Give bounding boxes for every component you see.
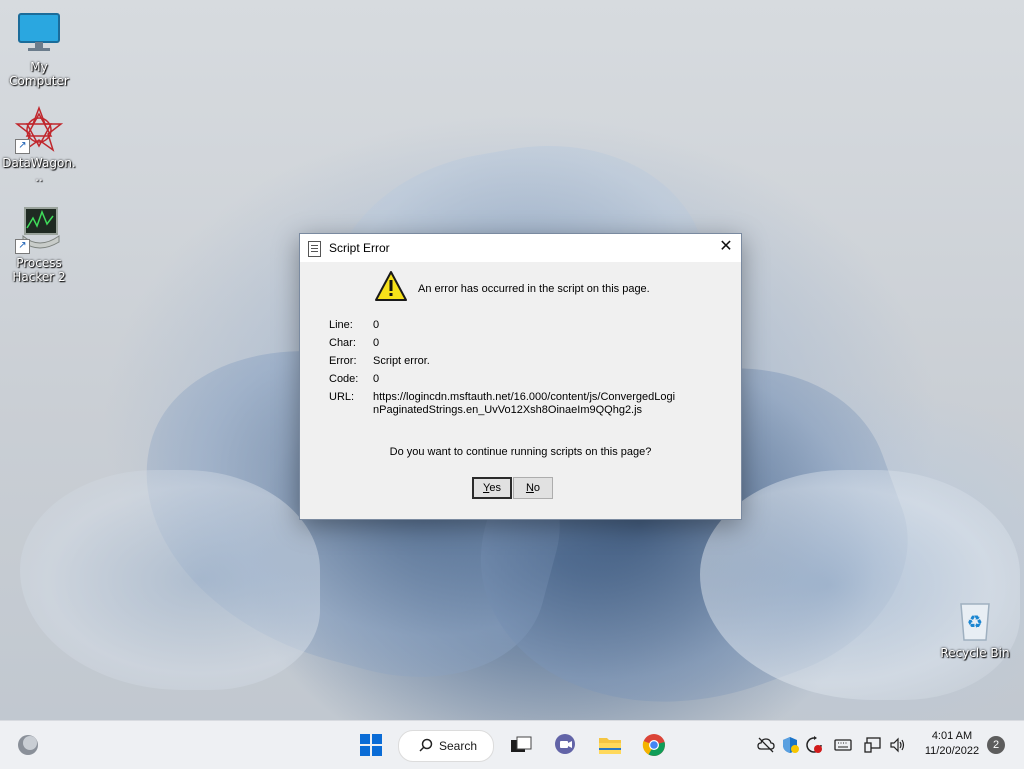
- clock-date: 11/20/2022: [924, 745, 980, 757]
- error-value: Script error.: [373, 355, 430, 367]
- desktop-icon-datawagon[interactable]: ↗ DataWagon...: [1, 105, 77, 184]
- close-button[interactable]: ✕: [711, 234, 741, 262]
- process-hacker-icon: ↗: [15, 206, 63, 254]
- update-restart-icon[interactable]: [805, 736, 823, 754]
- desktop-icon-process-hacker[interactable]: ↗ Process Hacker 2: [1, 206, 77, 284]
- task-view-icon[interactable]: [509, 733, 533, 757]
- svg-text:♻: ♻: [967, 612, 983, 633]
- continue-question: Do you want to continue running scripts …: [389, 446, 652, 458]
- code-label: Code:: [329, 373, 359, 385]
- line-value: 0: [373, 319, 380, 331]
- yes-rest: es: [489, 482, 501, 494]
- search-label: Search: [439, 739, 478, 753]
- chrome-browser-icon[interactable]: [642, 733, 666, 757]
- desktop-icon-my-computer[interactable]: My Computer: [1, 10, 77, 88]
- desktop-icon-recycle-bin[interactable]: ♻ Recycle Bin: [937, 596, 1013, 660]
- url-label: URL:: [329, 391, 355, 403]
- taskbar-search-box[interactable]: Search: [398, 730, 494, 762]
- char-value: 0: [373, 337, 380, 349]
- onedrive-offline-icon[interactable]: [757, 736, 775, 754]
- dialog-titlebar[interactable]: Script Error ✕: [300, 234, 741, 262]
- no-button[interactable]: No: [513, 477, 553, 499]
- computer-monitor-icon: [15, 10, 63, 58]
- start-button-windows-icon[interactable]: [359, 733, 383, 757]
- no-accel: N: [525, 482, 534, 494]
- desktop-icon-label: Process Hacker 2: [12, 256, 66, 284]
- datawagon-app-icon: ↗: [14, 105, 64, 154]
- script-error-dialog: Script Error ✕ An error has occurred in …: [299, 233, 742, 520]
- desktop-icon-label: My Computer: [9, 60, 69, 88]
- file-explorer-icon[interactable]: [598, 733, 622, 757]
- yes-button[interactable]: Yes: [472, 477, 512, 499]
- system-clock[interactable]: 4:01 AM 11/20/2022: [916, 729, 988, 759]
- line-label: Line:: [329, 319, 353, 331]
- shortcut-arrow-icon: ↗: [15, 239, 30, 254]
- no-rest: o: [533, 482, 541, 494]
- char-label: Char:: [329, 337, 356, 349]
- url-value: https://logincdn.msftauth.net/16.000/con…: [373, 391, 676, 416]
- document-icon: [308, 241, 321, 257]
- search-icon: [419, 738, 433, 752]
- shortcut-arrow-icon: ↗: [15, 139, 30, 154]
- code-value: 0: [373, 373, 380, 385]
- notification-count-badge[interactable]: 2: [987, 736, 1005, 754]
- clock-time: 4:01 AM: [931, 730, 973, 742]
- volume-icon[interactable]: [889, 736, 907, 754]
- taskbar: Search 4:01 AM 11/20/2022 2: [0, 720, 1024, 769]
- keyboard-icon[interactable]: [834, 736, 852, 754]
- teams-chat-icon[interactable]: [553, 733, 577, 757]
- dialog-title: Script Error: [329, 241, 390, 255]
- weather-widget-icon[interactable]: [16, 733, 40, 757]
- error-label: Error:: [329, 355, 357, 367]
- error-headline: An error has occurred in the script on t…: [418, 283, 650, 295]
- network-icon[interactable]: [864, 736, 882, 754]
- windows-security-shield-icon[interactable]: [781, 736, 799, 754]
- desktop-icon-label: DataWagon...: [2, 156, 76, 184]
- desktop: My Computer ↗ DataWagon... ↗ Process Hac…: [0, 0, 1024, 720]
- warning-icon: [374, 270, 408, 302]
- recycle-bin-icon: ♻: [951, 596, 999, 644]
- desktop-icon-label: Recycle Bin: [940, 646, 1010, 660]
- wallpaper-petal: [20, 470, 320, 690]
